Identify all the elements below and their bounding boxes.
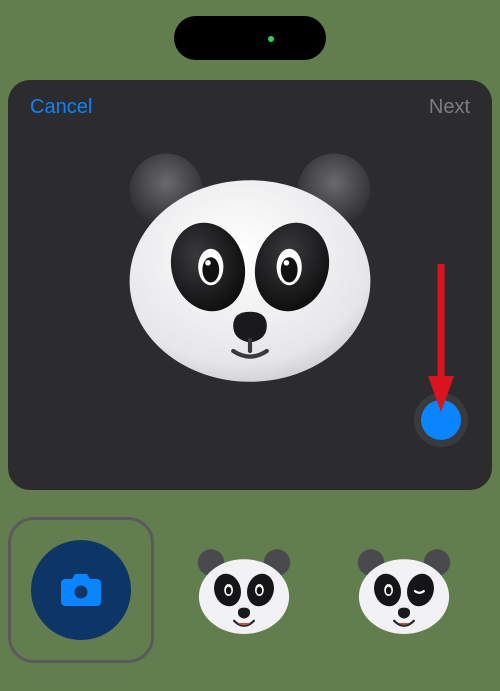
cancel-button[interactable]: Cancel — [30, 96, 92, 119]
pose-thumbnail-smile[interactable] — [174, 520, 314, 660]
sheet-header: Cancel Next — [8, 80, 492, 119]
next-button[interactable]: Next — [429, 96, 470, 119]
pose-thumbnail-wink[interactable] — [334, 520, 474, 660]
pose-strip — [0, 500, 500, 680]
camera-tile[interactable] — [8, 517, 154, 663]
memoji-editor-sheet: Cancel Next — [8, 80, 492, 490]
dynamic-island — [174, 16, 326, 60]
camera-circle — [31, 540, 131, 640]
preview-area — [8, 119, 492, 469]
capture-button[interactable] — [414, 393, 468, 447]
indicator-dot-icon — [268, 36, 274, 42]
capture-core-icon — [421, 400, 461, 440]
panda-memoji-icon — [110, 127, 390, 407]
camera-icon — [59, 572, 103, 608]
